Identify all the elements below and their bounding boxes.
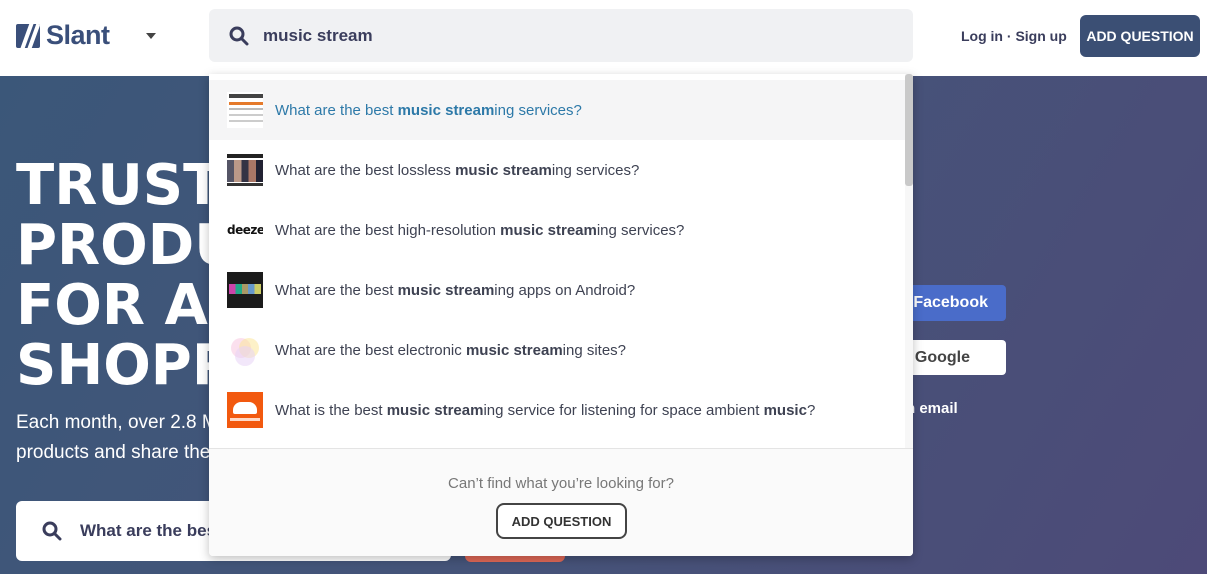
hero-title-line: TRUSTW [16,156,216,218]
auth-links: Log in · Sign up [961,28,1067,44]
search-input[interactable] [263,25,863,46]
hero-title-line: SHOPPI [16,333,216,396]
login-link[interactable]: Log in [961,28,1003,44]
slant-logo[interactable]: Slant [16,20,110,51]
email-login-link[interactable]: n email [906,400,958,417]
separator: · [1006,28,1012,44]
cant-find-text: Can’t find what you’re looking for? [448,475,674,492]
lossless-thumbnail [227,152,263,188]
hero-subtitle-line: Each month, over 2.8 M [16,412,210,433]
slant-logo-icon [16,23,40,48]
suggestion-item[interactable]: What are the best electronic music strea… [209,320,905,380]
hero-search-placeholder: What are the best [80,521,222,540]
suggestion-text: What are the best high-resolution music … [275,221,685,239]
suggestion-text: What are the best music streaming servic… [275,101,582,119]
suggestions-list: What are the best music streaming servic… [209,80,905,446]
search-suggestions-dropdown: What are the best music streaming servic… [209,74,913,556]
suggestion-text: What are the best electronic music strea… [275,341,627,359]
hero-subtitle-line: products and share the [16,442,210,463]
logo-text: Slant [46,20,110,50]
suggestion-text: What is the best music streaming service… [275,401,816,419]
best-music-streaming-thumbnail [227,92,263,128]
signup-link[interactable]: Sign up [1015,28,1066,44]
dropdown-scrollbar[interactable] [905,74,913,448]
hero-subtitle: Each month, over 2.8 M products and shar… [16,408,210,468]
electronic-sites-thumbnail [227,332,263,368]
caret-down-icon[interactable] [146,33,156,39]
dropdown-footer: Can’t find what you’re looking for? ADD … [209,448,913,556]
search-icon [229,26,249,45]
add-question-button[interactable]: ADD QUESTION [1080,15,1200,57]
header-search-bar[interactable] [209,9,913,62]
android-apps-thumbnail [227,272,263,308]
hero-title: TRUSTW PRODUC FOR ALI SHOPPI [16,156,216,396]
soundcloud-logo [227,392,263,428]
hero-title-line: FOR ALI [16,273,216,338]
top-header: Slant Log in · Sign up ADD QUESTION [0,0,1207,76]
suggestion-item[interactable]: deezer What are the best high-resolution… [209,200,905,260]
scrollbar-thumb[interactable] [905,74,913,186]
suggestion-item[interactable]: What are the best music streaming apps o… [209,260,905,320]
suggestion-item[interactable]: What are the best music streaming servic… [209,80,905,140]
suggestion-item[interactable]: What is the best music streaming service… [209,380,905,440]
search-icon [42,521,62,541]
suggestion-item[interactable]: What are the best lossless music streami… [209,140,905,200]
dropdown-add-question-button[interactable]: ADD QUESTION [496,503,627,539]
suggestion-text: What are the best music streaming apps o… [275,281,636,299]
suggestion-text: What are the best lossless music streami… [275,161,640,179]
deezer-logo: deezer [227,212,263,248]
hero-title-line: PRODUC [16,213,216,278]
